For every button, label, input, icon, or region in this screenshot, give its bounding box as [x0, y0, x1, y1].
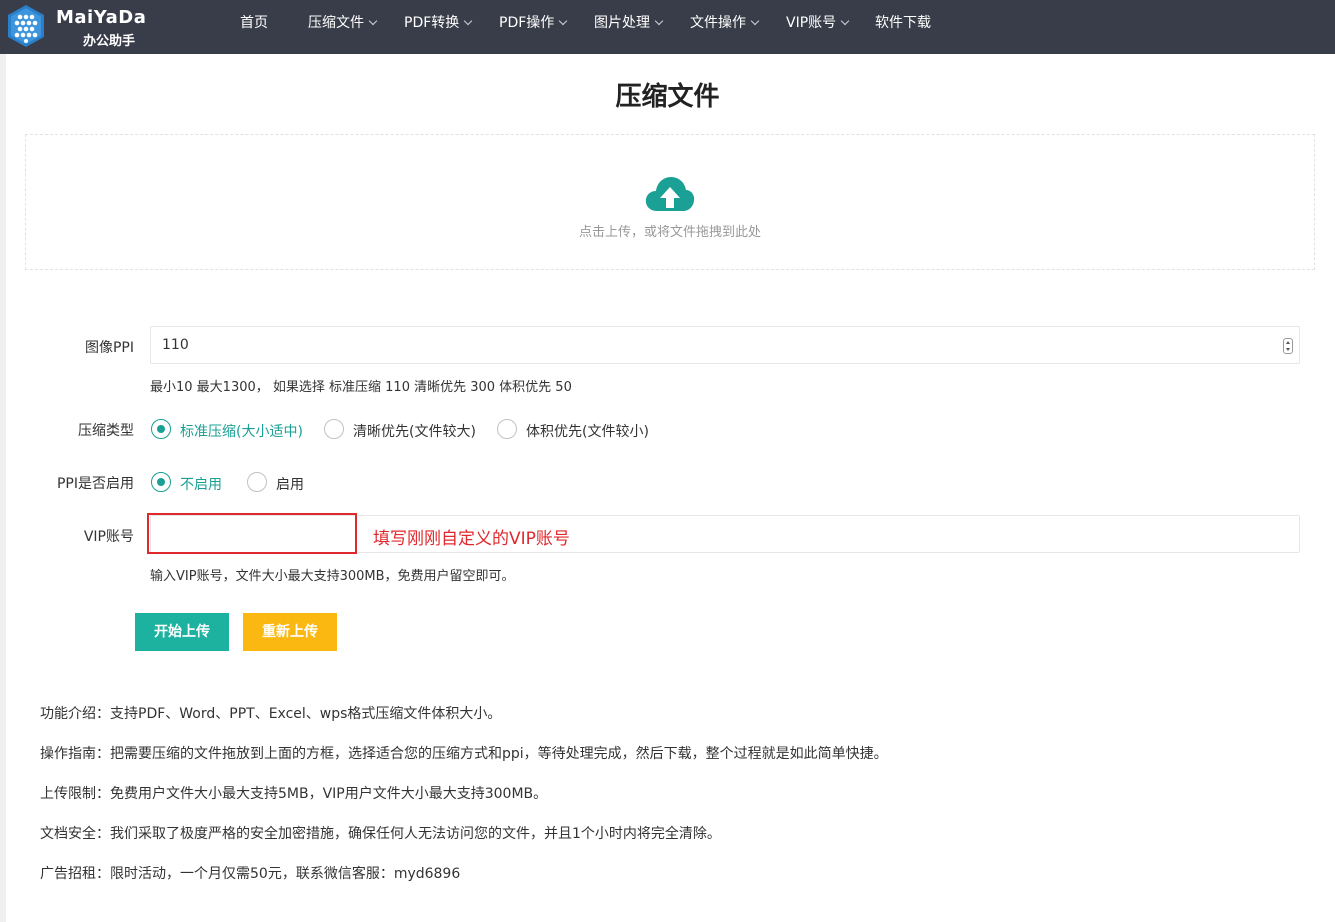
- chevron-down-icon: [750, 16, 760, 26]
- radio-ppi-enabled-label[interactable]: 启用: [276, 474, 304, 494]
- ppi-input[interactable]: 110: [150, 326, 1300, 364]
- ppi-value: 110: [162, 337, 189, 353]
- vip-annotation-box: [147, 513, 357, 554]
- compress-type-label: 压缩类型: [78, 423, 134, 439]
- left-gutter: [0, 54, 6, 922]
- chevron-down-icon: [464, 16, 473, 26]
- ppi-hint: 最小10 最大1300， 如果选择 标准压缩 110 清晰优先 300 体积优先…: [150, 380, 572, 395]
- radio-size-label[interactable]: 体积优先(文件较小): [526, 421, 649, 441]
- info-features: 功能介绍：支持PDF、Word、PPT、Excel、wps格式压缩文件体积大小。: [40, 706, 502, 722]
- nav-compress[interactable]: 压缩文件: [308, 0, 378, 54]
- site-logo[interactable]: MaiYaDa 办公助手: [6, 4, 166, 49]
- chevron-down-icon: [368, 16, 378, 26]
- radio-standard-label[interactable]: 标准压缩(大小适中): [180, 421, 303, 441]
- nav-label: 图片处理: [594, 15, 650, 31]
- nav-label: PDF操作: [499, 15, 555, 31]
- ppi-label: 图像PPI: [84, 340, 134, 356]
- page-title: 压缩文件: [615, 82, 720, 112]
- nav-download[interactable]: 软件下载: [875, 0, 931, 54]
- radio-clarity[interactable]: [324, 419, 344, 439]
- radio-ppi-disabled-label[interactable]: 不启用: [180, 474, 222, 494]
- nav-pdf-ops[interactable]: PDF操作: [499, 0, 568, 54]
- radio-size[interactable]: [497, 419, 517, 439]
- nav-label: 首页: [240, 15, 268, 31]
- radio-ppi-disabled[interactable]: [151, 472, 171, 492]
- info-ads: 广告招租：限时活动，一个月仅需50元，联系微信客服：myd6896: [40, 866, 461, 882]
- nav-label: 软件下载: [875, 15, 931, 31]
- radio-clarity-label[interactable]: 清晰优先(文件较大): [353, 421, 476, 441]
- reupload-button[interactable]: 重新上传: [243, 613, 337, 651]
- start-upload-button[interactable]: 开始上传: [135, 613, 229, 651]
- upload-dropzone[interactable]: 点击上传，或将文件拖拽到此处: [25, 134, 1315, 270]
- chevron-down-icon: [840, 16, 850, 26]
- cloud-upload-icon: [645, 177, 695, 211]
- info-security: 文档安全：我们采取了极度严格的安全加密措施，确保任何人无法访问您的文件，并且1个…: [40, 826, 721, 842]
- info-limits: 上传限制：免费用户文件大小最大支持5MB，VIP用户文件大小最大支持300MB。: [40, 786, 548, 802]
- nav-pdf-convert[interactable]: PDF转换: [404, 0, 473, 54]
- ppi-enable-label: PPI是否启用: [56, 476, 134, 492]
- nav-label: PDF转换: [404, 15, 460, 31]
- nav-home[interactable]: 首页: [240, 0, 268, 54]
- number-spinner-icon[interactable]: [1283, 338, 1293, 354]
- nav-vip[interactable]: VIP账号: [786, 0, 850, 54]
- vip-hint: 输入VIP账号，文件大小最大支持300MB，免费用户留空即可。: [150, 569, 515, 584]
- logo-subtitle: 办公助手: [83, 34, 136, 49]
- nav-label: VIP账号: [786, 15, 837, 31]
- nav-label: 文件操作: [690, 15, 746, 31]
- radio-standard[interactable]: [151, 419, 171, 439]
- nav-image[interactable]: 图片处理: [594, 0, 664, 54]
- vip-annotation-text: 填写刚刚自定义的VIP账号: [373, 529, 570, 549]
- info-guide: 操作指南：把需要压缩的文件拖放到上面的方框，选择适合您的压缩方式和ppi，等待处…: [40, 746, 888, 762]
- nav-label: 压缩文件: [308, 15, 364, 31]
- upload-hint: 点击上传，或将文件拖拽到此处: [578, 225, 761, 240]
- logo-hexagon-icon: [8, 5, 44, 47]
- nav-file-ops[interactable]: 文件操作: [690, 0, 760, 54]
- top-nav-bar: MaiYaDa 办公助手 首页 压缩文件 PDF转换 PDF操作 图片处理 文件…: [0, 0, 1335, 54]
- logo-name: MaiYaDa: [56, 7, 147, 28]
- chevron-down-icon: [654, 16, 664, 26]
- chevron-down-icon: [559, 16, 568, 26]
- radio-ppi-enabled[interactable]: [247, 472, 267, 492]
- vip-label: VIP账号: [83, 529, 134, 545]
